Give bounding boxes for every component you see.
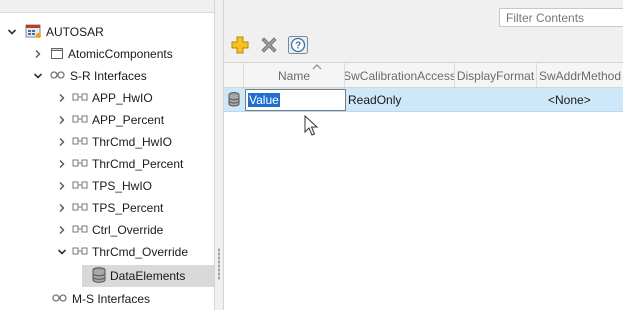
svg-text:?: ? xyxy=(295,41,301,52)
interface-icon xyxy=(72,157,88,171)
box-icon xyxy=(50,46,64,63)
name-edit-selected-text[interactable]: Value xyxy=(248,93,280,107)
interface-icon xyxy=(72,201,88,215)
tree-node-tps-hwio[interactable]: TPS_HwIO xyxy=(56,175,152,197)
tree-node-label: ThrCmd_Override xyxy=(92,245,189,259)
add-button[interactable] xyxy=(228,34,252,56)
chevron-right-icon[interactable] xyxy=(32,48,44,60)
tree-node-data-elements[interactable]: DataElements xyxy=(82,265,214,287)
tree-node-tps-percent[interactable]: TPS_Percent xyxy=(56,197,163,219)
interfaces-icon xyxy=(52,292,68,307)
tree-node-label: DataElements xyxy=(110,269,186,283)
chevron-right-icon[interactable] xyxy=(56,136,68,148)
interfaces-icon xyxy=(50,69,66,84)
tree-node-atomic-components[interactable]: AtomicComponents xyxy=(32,43,173,65)
tree-node-label: S-R Interfaces xyxy=(70,69,147,83)
tree-node-label: APP_HwIO xyxy=(92,91,153,105)
delete-icon xyxy=(261,37,277,53)
header-icon-column xyxy=(224,63,244,87)
pane-splitter[interactable] xyxy=(214,0,224,310)
chevron-down-icon[interactable] xyxy=(32,70,44,82)
tree-node-label: TPS_Percent xyxy=(92,201,164,215)
cell-sw-addr-method[interactable]: <None> xyxy=(548,88,622,111)
splitter-grip-icon[interactable] xyxy=(218,248,220,280)
tree-node-app-hwio[interactable]: APP_HwIO xyxy=(56,87,153,109)
cell-sw-calibration-access[interactable]: ReadOnly xyxy=(348,88,453,111)
tree-node-thrcmd-override[interactable]: ThrCmd_Override xyxy=(56,241,188,263)
chevron-right-icon[interactable] xyxy=(56,92,68,104)
add-icon xyxy=(231,36,249,54)
help-icon: ? xyxy=(288,36,308,54)
interface-icon xyxy=(72,91,88,105)
chevron-right-icon[interactable] xyxy=(56,202,68,214)
toolbar: ? xyxy=(224,0,623,62)
interface-icon xyxy=(72,245,88,259)
name-edit-field[interactable]: Value xyxy=(245,89,346,111)
cell-display-format[interactable] xyxy=(458,88,536,111)
autosar-package-icon xyxy=(25,23,42,42)
filter-input[interactable] xyxy=(499,8,623,27)
tree-node-label: ThrCmd_Percent xyxy=(92,157,184,171)
sort-ascending-icon xyxy=(312,64,322,70)
tree-node-label: TPS_HwIO xyxy=(92,179,153,193)
chevron-right-icon[interactable] xyxy=(56,114,68,126)
chevron-right-icon[interactable] xyxy=(56,224,68,236)
database-icon xyxy=(228,92,240,107)
interface-icon xyxy=(72,223,88,237)
table-row[interactable]: Value ReadOnly <None> xyxy=(224,88,623,112)
tree-panel[interactable]: AUTOSAR AtomicComponents S-R Interfaces … xyxy=(0,0,214,310)
interface-icon xyxy=(72,113,88,127)
tree-node-ctrl-override[interactable]: Ctrl_Override xyxy=(56,219,163,241)
tree-node-label: AUTOSAR xyxy=(46,25,104,39)
chevron-down-icon[interactable] xyxy=(6,26,18,38)
database-icon xyxy=(92,266,106,286)
tree-node-thrcmd-percent[interactable]: ThrCmd_Percent xyxy=(56,153,183,175)
tree-header-strip xyxy=(0,0,214,13)
delete-button[interactable] xyxy=(257,34,281,56)
column-header-display-format[interactable]: DisplayFormat xyxy=(455,63,537,87)
mouse-pointer-icon xyxy=(304,115,319,136)
column-header-sw-addr-method[interactable]: SwAddrMethod xyxy=(537,63,623,87)
interface-icon xyxy=(72,135,88,149)
tree-node-ms-interfaces[interactable]: M-S Interfaces xyxy=(52,288,150,310)
tree-node-label: AtomicComponents xyxy=(68,47,173,61)
tree-node-autosar[interactable]: AUTOSAR xyxy=(6,21,104,43)
interface-icon xyxy=(72,179,88,193)
chevron-right-icon[interactable] xyxy=(56,180,68,192)
content-panel: ? Name SwCalibrationAccess DisplayFormat… xyxy=(224,0,623,310)
help-button[interactable]: ? xyxy=(286,34,310,56)
chevron-down-icon[interactable] xyxy=(56,246,68,258)
chevron-right-icon[interactable] xyxy=(56,158,68,170)
grid-header: Name SwCalibrationAccess DisplayFormat S… xyxy=(224,62,623,88)
tree-node-label: M-S Interfaces xyxy=(72,292,151,306)
tree-node-sr-interfaces[interactable]: S-R Interfaces xyxy=(32,65,147,87)
column-header-sw-calibration-access[interactable]: SwCalibrationAccess xyxy=(345,63,455,87)
column-header-name[interactable]: Name xyxy=(244,63,345,87)
tree-node-label: ThrCmd_HwIO xyxy=(92,135,173,149)
tree-node-thrcmd-hwio[interactable]: ThrCmd_HwIO xyxy=(56,131,172,153)
tree-node-label: Ctrl_Override xyxy=(92,223,164,237)
tree-node-label: APP_Percent xyxy=(92,113,165,127)
tree-node-app-percent[interactable]: APP_Percent xyxy=(56,109,164,131)
